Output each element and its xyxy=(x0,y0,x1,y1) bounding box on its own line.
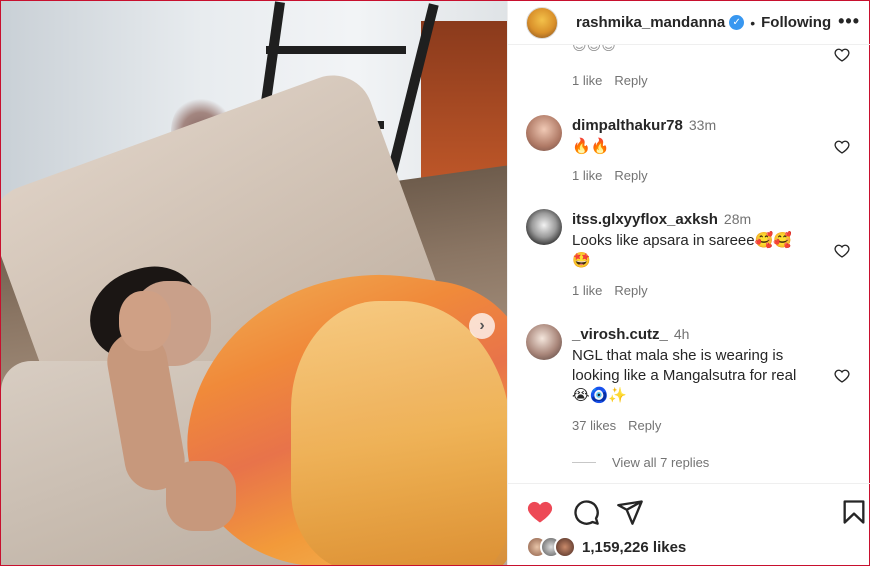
comment-text-continued: 🤩 xyxy=(572,252,591,269)
view-replies-link[interactable]: View all 7 replies xyxy=(572,455,709,470)
comment-likes[interactable]: 1 like xyxy=(572,283,602,298)
more-icon[interactable]: ••• xyxy=(838,11,860,32)
heart-filled-icon[interactable] xyxy=(526,498,554,526)
reply-button[interactable]: Reply xyxy=(628,418,661,433)
bookmark-icon[interactable] xyxy=(840,498,868,526)
post-panel: rashmika_mandanna ✓ • Following ••• 😊😊😊 … xyxy=(507,1,870,565)
author-username[interactable]: rashmika_mandanna xyxy=(576,14,725,31)
next-photo-button[interactable]: › xyxy=(469,313,495,339)
share-icon[interactable] xyxy=(616,498,644,526)
heart-icon[interactable] xyxy=(834,139,850,155)
comment-time[interactable]: 28m xyxy=(724,211,751,227)
comment-meta: 1 like Reply xyxy=(572,168,648,183)
replies-divider xyxy=(572,462,596,463)
reply-button[interactable]: Reply xyxy=(614,73,647,88)
comment-text: 🔥🔥 xyxy=(572,138,610,155)
ladder-rung xyxy=(266,46,406,54)
comment-avatar[interactable] xyxy=(526,324,562,360)
comment-avatar[interactable] xyxy=(526,209,562,245)
comment-avatar[interactable] xyxy=(526,115,562,151)
comment-time[interactable]: 33m xyxy=(689,117,716,133)
liker-avatar xyxy=(554,536,576,558)
comment-text: NGL that mala she is wearing is looking … xyxy=(572,347,797,384)
view-replies-label[interactable]: View all 7 replies xyxy=(612,455,709,470)
comment-icon[interactable] xyxy=(572,498,600,526)
likes-row: 1,159,226 likes xyxy=(526,536,686,558)
heart-icon[interactable] xyxy=(834,368,850,384)
comment-likes[interactable]: 1 like xyxy=(572,168,602,183)
heart-icon[interactable] xyxy=(834,243,850,259)
comment-item: dimpalthakur78 33m 🔥🔥 xyxy=(572,117,822,157)
following-button[interactable]: Following xyxy=(761,14,831,31)
comment-username[interactable]: _virosh.cutz_ xyxy=(572,326,668,343)
comments-list[interactable]: 😊😊😊 1 like Reply dimpalthakur78 33m 🔥🔥 1 l… xyxy=(508,45,870,483)
comment-likes[interactable]: 1 like xyxy=(572,73,602,88)
post-actions: 1,159,226 likes xyxy=(508,483,870,565)
photo-hand-over-eyes xyxy=(119,291,171,351)
comment-likes[interactable]: 37 likes xyxy=(572,418,616,433)
author-avatar[interactable] xyxy=(526,6,558,39)
reply-button[interactable]: Reply xyxy=(614,168,647,183)
separator-dot: • xyxy=(750,14,756,31)
comment-item: _virosh.cutz_ 4h NGL that mala she is wea… xyxy=(572,326,822,406)
heart-icon[interactable] xyxy=(834,47,850,63)
comment-meta: 1 like Reply xyxy=(572,283,648,298)
comment-meta: 1 like Reply xyxy=(572,73,648,88)
comment-username[interactable]: dimpalthakur78 xyxy=(572,117,683,134)
comment-username[interactable]: itss.glxyyflox_axksh xyxy=(572,211,718,228)
likes-count[interactable]: 1,159,226 likes xyxy=(582,539,686,556)
comment-item: itss.glxyyflox_axksh 28m Looks like apsar… xyxy=(572,211,812,271)
photo-saree-drape xyxy=(291,301,507,565)
partial-comment-emoji: 😊😊😊 xyxy=(572,45,616,53)
reply-button[interactable]: Reply xyxy=(614,283,647,298)
verified-icon: ✓ xyxy=(729,15,745,30)
photo-hand xyxy=(166,461,236,531)
comment-text: Looks like apsara in sareee🥰🥰 xyxy=(572,232,792,249)
comment-time[interactable]: 4h xyxy=(674,326,690,342)
chevron-right-icon: › xyxy=(479,317,485,334)
post-photo[interactable]: › xyxy=(1,1,507,565)
post-header: rashmika_mandanna ✓ • Following ••• xyxy=(508,1,870,45)
comment-meta: 37 likes Reply xyxy=(572,418,661,433)
comment-text-continued: 😭🧿✨ xyxy=(572,387,627,404)
